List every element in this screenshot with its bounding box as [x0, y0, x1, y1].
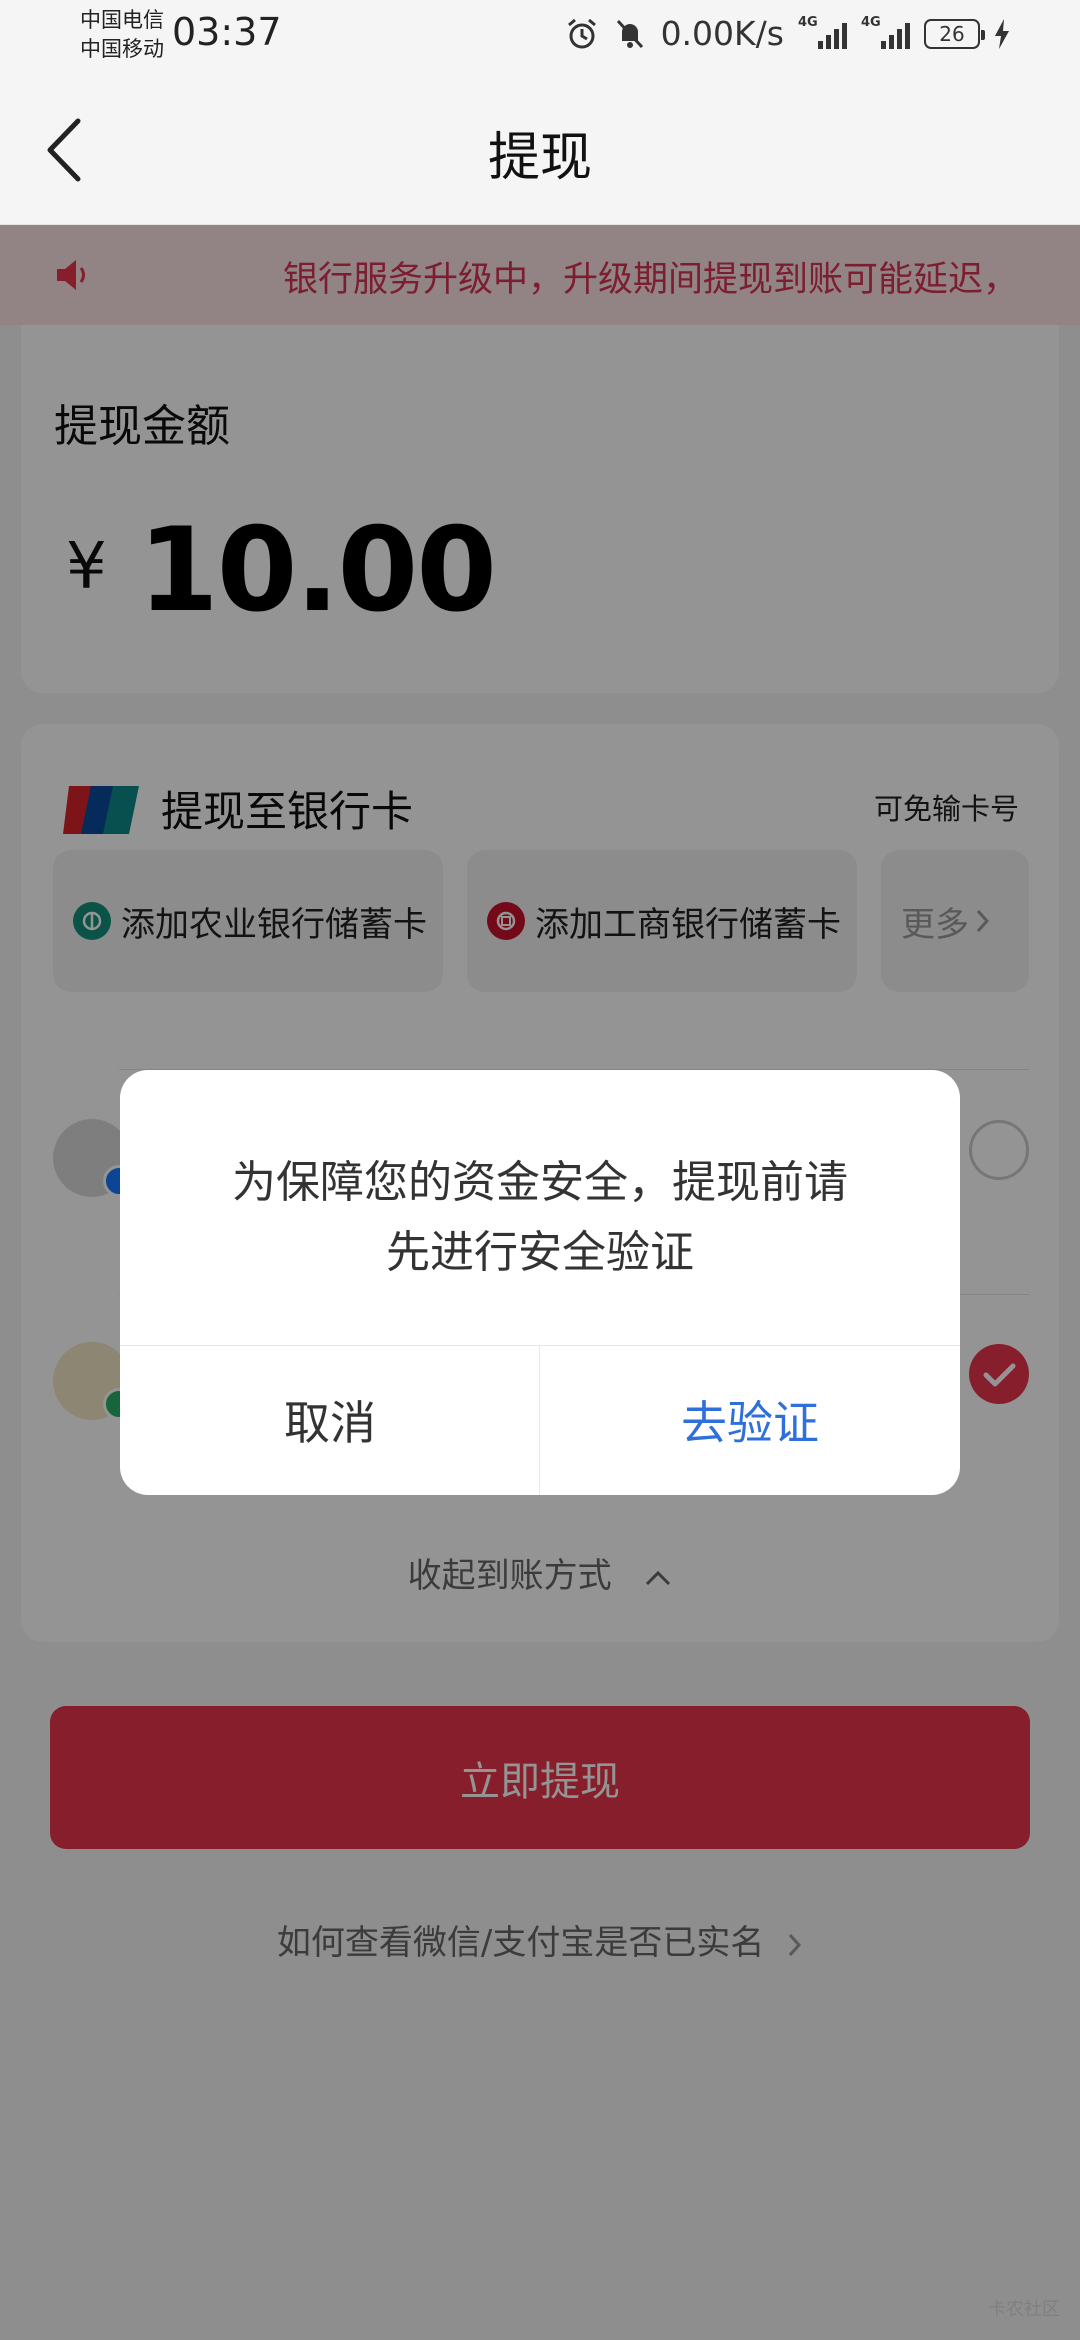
network-type-2: 4G [861, 14, 881, 30]
carrier-2: 中国移动 [80, 37, 164, 61]
alarm-icon [567, 18, 596, 48]
cancel-button[interactable]: 取消 [120, 1345, 540, 1495]
status-icons: 0.00K/s 4G 4G 26 [565, 14, 1010, 53]
carrier-names: 中国电信 中国移动 [80, 6, 164, 64]
signal-2-icon: 4G [861, 15, 910, 49]
battery-level: 26 [939, 21, 965, 46]
security-verify-dialog: 为保障您的资金安全，提现前请 先进行安全验证 取消 去验证 [120, 1070, 960, 1495]
network-speed: 0.00K/s [660, 14, 784, 53]
nav-bar: 提现 [0, 75, 1080, 225]
verify-button[interactable]: 去验证 [540, 1345, 960, 1495]
dialog-message-line-2: 先进行安全验证 [386, 1227, 694, 1278]
charging-icon [995, 18, 1009, 49]
signal-1-icon: 4G [798, 15, 847, 49]
dialog-message-line-1: 为保障您的资金安全，提现前请 [232, 1157, 848, 1208]
carrier-1: 中国电信 [80, 8, 164, 32]
status-bar: 中国电信 中国移动 03:37 0.00K/s 4G 4G 26 [0, 0, 1080, 75]
page-title: 提现 [487, 128, 592, 188]
dialog-message: 为保障您的资金安全，提现前请 先进行安全验证 [180, 1148, 900, 1288]
network-type-1: 4G [798, 14, 818, 30]
mute-bell-icon [616, 19, 643, 48]
battery-icon: 26 [924, 18, 985, 49]
status-time: 03:37 [172, 10, 282, 54]
